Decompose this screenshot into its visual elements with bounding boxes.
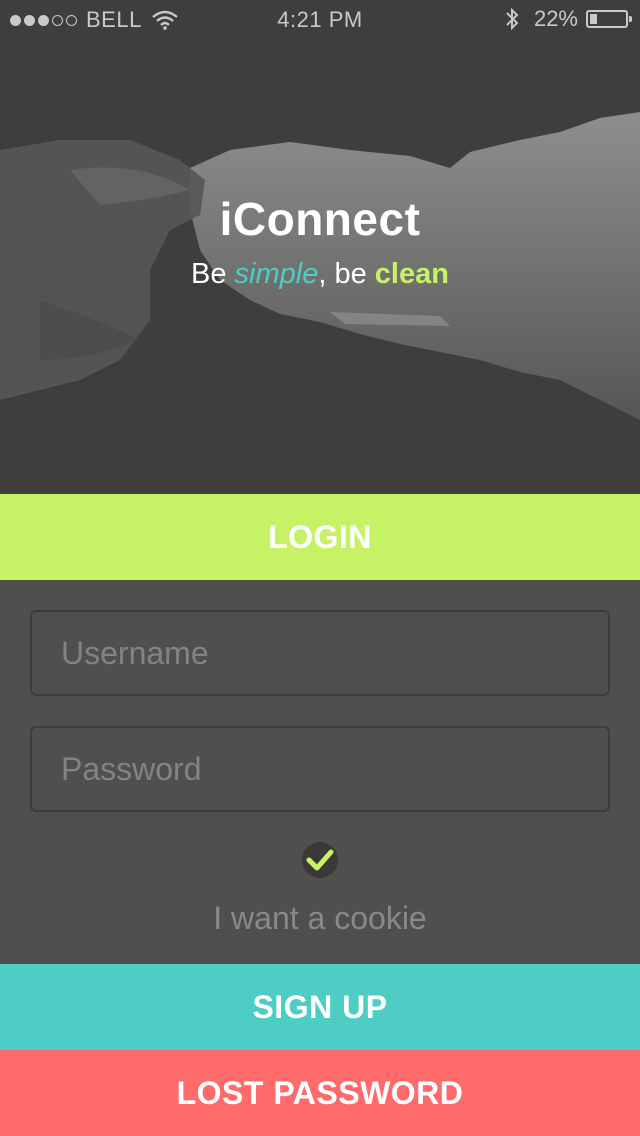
app-tagline: Be simple, be clean bbox=[0, 258, 640, 291]
tagline-text: Be bbox=[191, 258, 235, 290]
cookie-label: I want a cookie bbox=[213, 900, 427, 936]
lost-password-button[interactable]: LOST PASSWORD bbox=[0, 1050, 640, 1136]
tagline-text: , be bbox=[318, 258, 375, 290]
tagline-simple: simple bbox=[234, 258, 319, 290]
checkmark-icon bbox=[306, 849, 334, 871]
app-title: iConnect bbox=[219, 193, 421, 245]
status-bar: BELL 4:21 PM 22% bbox=[0, 0, 640, 40]
username-input[interactable] bbox=[30, 610, 610, 696]
bluetooth-icon bbox=[506, 7, 519, 31]
password-input[interactable] bbox=[30, 726, 610, 812]
login-button[interactable]: LOGIN bbox=[0, 494, 640, 580]
battery-icon bbox=[586, 10, 632, 28]
signup-button[interactable]: SIGN UP bbox=[0, 964, 640, 1050]
hero-background-image bbox=[0, 0, 640, 494]
hero-banner: BELL 4:21 PM 22% iConnect Be simple, be … bbox=[0, 0, 640, 494]
battery-percent: 22% bbox=[533, 6, 578, 31]
cookie-checkbox[interactable] bbox=[302, 842, 338, 878]
tagline-clean: clean bbox=[374, 258, 449, 290]
